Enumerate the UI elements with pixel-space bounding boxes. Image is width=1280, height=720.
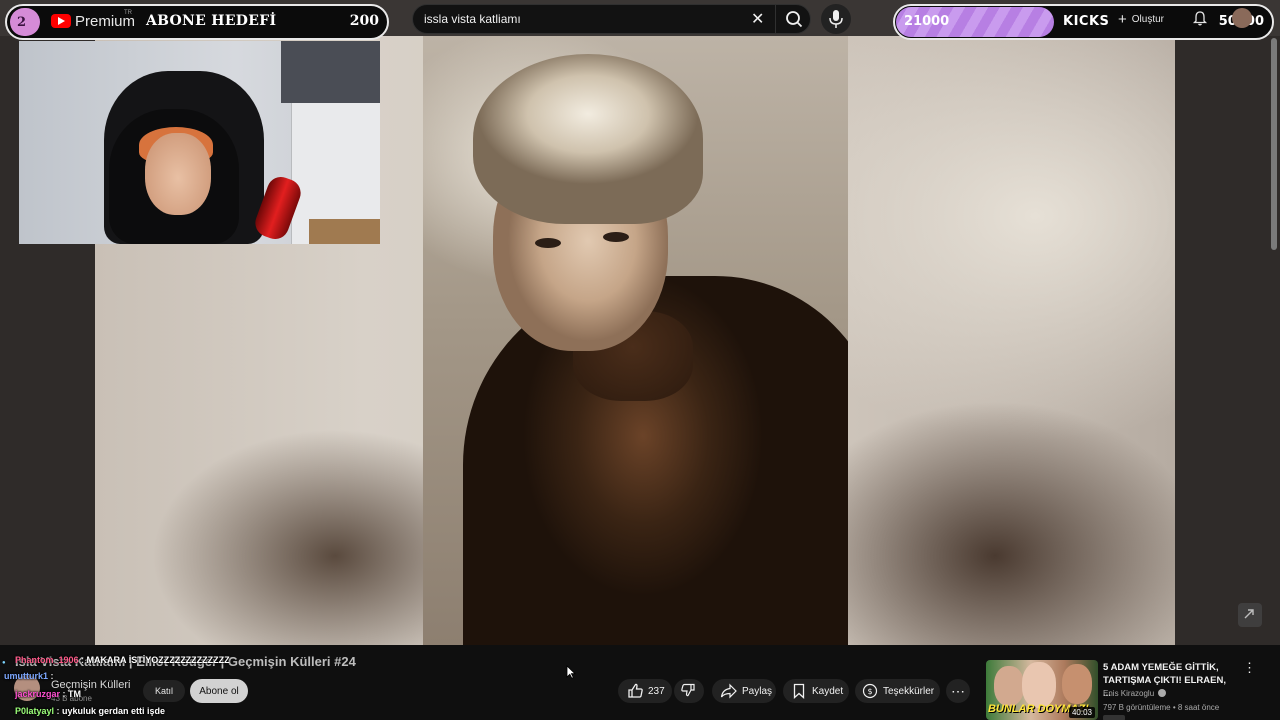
goal-current: 21000 — [904, 14, 950, 29]
mic-icon — [829, 10, 843, 28]
thumbs-down-icon — [681, 683, 695, 697]
share-button[interactable]: Paylaş — [712, 679, 776, 703]
goal-title: ABONE HEDEFİ — [146, 13, 277, 29]
goal-brand: KICKS — [1063, 14, 1110, 29]
thumbs-up-icon — [628, 683, 643, 698]
live-chat-overlay: ● Phantom_1906 : MAKARA İSTİYOZZZZZZZZZZ… — [2, 655, 230, 716]
save-label: Kaydet — [812, 685, 844, 697]
recommended-thumbnail[interactable]: BUNLAR DOYMAZ! 40:03 — [986, 660, 1098, 720]
verified-icon — [1158, 689, 1167, 697]
recommended-meta: 797 B görüntüleme • 8 saat önce — [1103, 703, 1220, 712]
thanks-label: Teşekkürler — [883, 685, 935, 697]
chat-message: umutturk1 : — [4, 671, 54, 681]
like-button[interactable]: 237 — [618, 679, 672, 703]
search-box[interactable]: issla vista katliamı ✕ — [412, 4, 811, 34]
page-scrollbar[interactable] — [1271, 38, 1277, 250]
new-badge — [1103, 715, 1125, 720]
share-label: Paylaş — [742, 685, 773, 697]
chat-message: jackruzgar : TM — [15, 689, 82, 699]
expand-icon[interactable] — [1238, 603, 1262, 627]
goal-count-badge: 2 — [10, 8, 40, 36]
thanks-button[interactable]: $ Teşekkürler — [855, 679, 940, 703]
search-button[interactable] — [778, 8, 810, 30]
chat-user: jackruzgar — [15, 689, 61, 699]
kicks-goal-overlay: 21000 KICKS 50000 — [893, 4, 1274, 40]
subscriber-goal-overlay: 2 Premium TR ABONE HEDEFİ 200 — [5, 4, 389, 40]
bell-icon — [1192, 11, 1208, 26]
create-label: Oluştur — [1131, 13, 1164, 25]
kebab-menu-icon[interactable]: ⋮ — [1243, 661, 1256, 677]
portrait-photo — [423, 36, 848, 645]
share-icon — [720, 683, 737, 699]
thanks-heart-icon: $ — [862, 683, 878, 699]
recommended-channel[interactable]: Enis Kirazoglu — [1103, 689, 1167, 698]
goal-value: 200 — [349, 13, 379, 29]
chat-text: TM — [68, 689, 82, 699]
chat-user: umutturk1 — [4, 671, 49, 681]
voice-search-button[interactable] — [821, 4, 851, 34]
search-input[interactable]: issla vista katliamı — [424, 12, 521, 26]
more-actions-button[interactable]: ⋯ — [946, 679, 970, 703]
region-label: TR — [124, 10, 132, 16]
chat-user: P0latyayl — [15, 706, 55, 716]
youtube-logo-icon — [51, 14, 71, 28]
search-icon — [786, 11, 803, 28]
video-duration: 40:03 — [1068, 707, 1095, 718]
chat-text: MAKARA İSTİYOZZZZZZZZZZZZZ — [86, 655, 230, 665]
more-horizontal-icon: ⋯ — [951, 682, 965, 699]
bookmark-icon — [793, 683, 805, 699]
streamer-webcam — [19, 41, 380, 244]
save-button[interactable]: Kaydet — [783, 679, 849, 703]
create-button[interactable]: + Oluştur — [1118, 9, 1164, 29]
player-letterbox-right — [1175, 36, 1280, 645]
notifications-button[interactable] — [1192, 10, 1208, 26]
clear-search-icon[interactable]: ✕ — [751, 9, 764, 29]
like-count: 237 — [648, 685, 665, 697]
account-avatar[interactable] — [1232, 8, 1252, 28]
chat-message: Phantom_1906 : MAKARA İSTİYOZZZZZZZZZZZZ… — [15, 655, 230, 665]
chat-message: P0latyayl : uykuluk gerdan etti işde — [15, 706, 166, 716]
chat-user: Phantom_1906 — [15, 655, 79, 665]
dislike-button[interactable] — [674, 679, 704, 703]
plus-icon: + — [1118, 10, 1127, 28]
svg-text:$: $ — [867, 687, 872, 696]
chat-text: uykuluk gerdan etti işde — [62, 706, 166, 716]
mouse-cursor-icon — [566, 665, 576, 679]
